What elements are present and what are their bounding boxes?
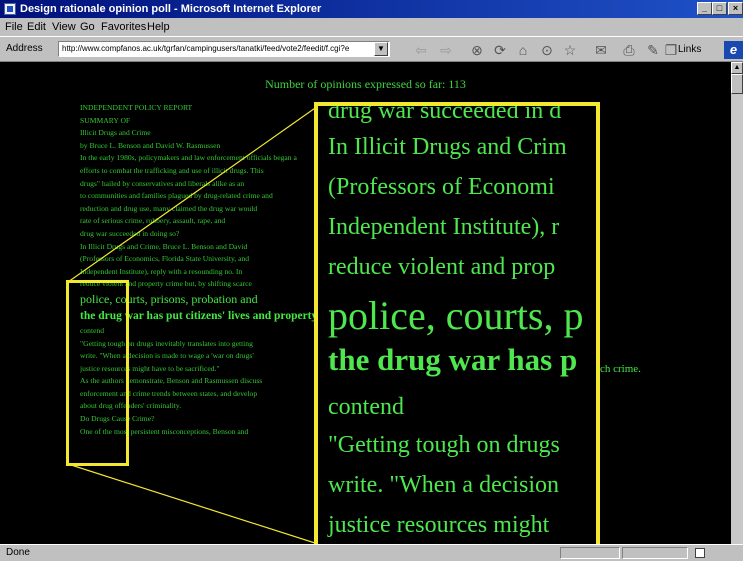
address-toolbar: Address http://www.compfanos.ac.uk/tgrfa…	[0, 36, 743, 62]
address-input[interactable]: http://www.compfanos.ac.uk/tgrfan/campin…	[58, 41, 390, 57]
home-icon[interactable]: ⌂	[514, 41, 532, 59]
magnified-line: Independent Institute), r	[328, 214, 560, 240]
address-label: Address	[6, 43, 43, 54]
edit-icon[interactable]: ✎	[644, 41, 662, 59]
links-label[interactable]: Links	[678, 44, 701, 55]
vertical-scrollbar[interactable]: ▲	[731, 62, 743, 544]
mail-icon[interactable]: ✉	[592, 41, 610, 59]
ie-logo-icon: e	[724, 41, 743, 59]
menu-edit[interactable]: Edit	[27, 18, 46, 36]
stop-icon[interactable]: ⊗	[468, 41, 486, 59]
page-content: Number of opinions expressed so far: 113…	[0, 62, 731, 544]
magnified-line: contend	[328, 394, 404, 420]
forward-icon[interactable]: ⇨	[437, 41, 455, 59]
magnified-line: write. "When a decision	[328, 472, 560, 498]
menu-help[interactable]: Help	[147, 18, 170, 36]
maximize-button[interactable]: □	[712, 2, 727, 15]
status-segment	[622, 547, 688, 559]
security-zone-icon	[695, 548, 705, 558]
favorites-icon[interactable]: ☆	[561, 41, 579, 59]
menu-view[interactable]: View	[52, 18, 76, 36]
scroll-up-button[interactable]: ▲	[731, 62, 743, 74]
menu-bar: File Edit View Go Favorites Help	[0, 18, 743, 36]
magnified-line-large: police, courts, p	[328, 293, 584, 338]
minimize-button[interactable]: _	[697, 2, 712, 15]
close-button[interactable]: ×	[728, 2, 743, 15]
magnified-line: In Illicit Drugs and Crim	[328, 134, 567, 160]
title-bar: Design rationale opinion poll - Microsof…	[0, 0, 743, 18]
focus-highlight-box	[66, 280, 129, 466]
status-segment	[560, 547, 620, 559]
magnified-line: drug war succeeded in d	[328, 102, 562, 124]
menu-file[interactable]: File	[5, 18, 23, 36]
magnified-line: justice resources might	[328, 512, 550, 538]
magnified-line-large: the drug war has p	[328, 342, 578, 377]
magnified-line: (Professors of Economi	[328, 174, 555, 200]
print-icon[interactable]: ⎙	[620, 41, 638, 59]
scroll-thumb[interactable]	[731, 74, 743, 94]
magnified-line: "Getting tough on drugs	[328, 432, 560, 458]
magnified-line: reduce violent and prop	[328, 254, 556, 280]
ie-document-icon	[4, 3, 16, 15]
window-title: Design rationale opinion poll - Microsof…	[20, 3, 322, 15]
status-text: Done	[6, 547, 30, 558]
status-bar: Done	[0, 544, 743, 561]
search-icon[interactable]: ⊙	[538, 41, 556, 59]
refresh-icon[interactable]: ⟳	[491, 41, 509, 59]
magnifier-lens: drug war succeeded in d In Illicit Drugs…	[314, 102, 600, 544]
menu-go[interactable]: Go	[80, 18, 95, 36]
address-dropdown-button[interactable]: ▼	[374, 42, 388, 56]
back-icon[interactable]: ⇦	[412, 41, 430, 59]
menu-favorites[interactable]: Favorites	[101, 18, 146, 36]
